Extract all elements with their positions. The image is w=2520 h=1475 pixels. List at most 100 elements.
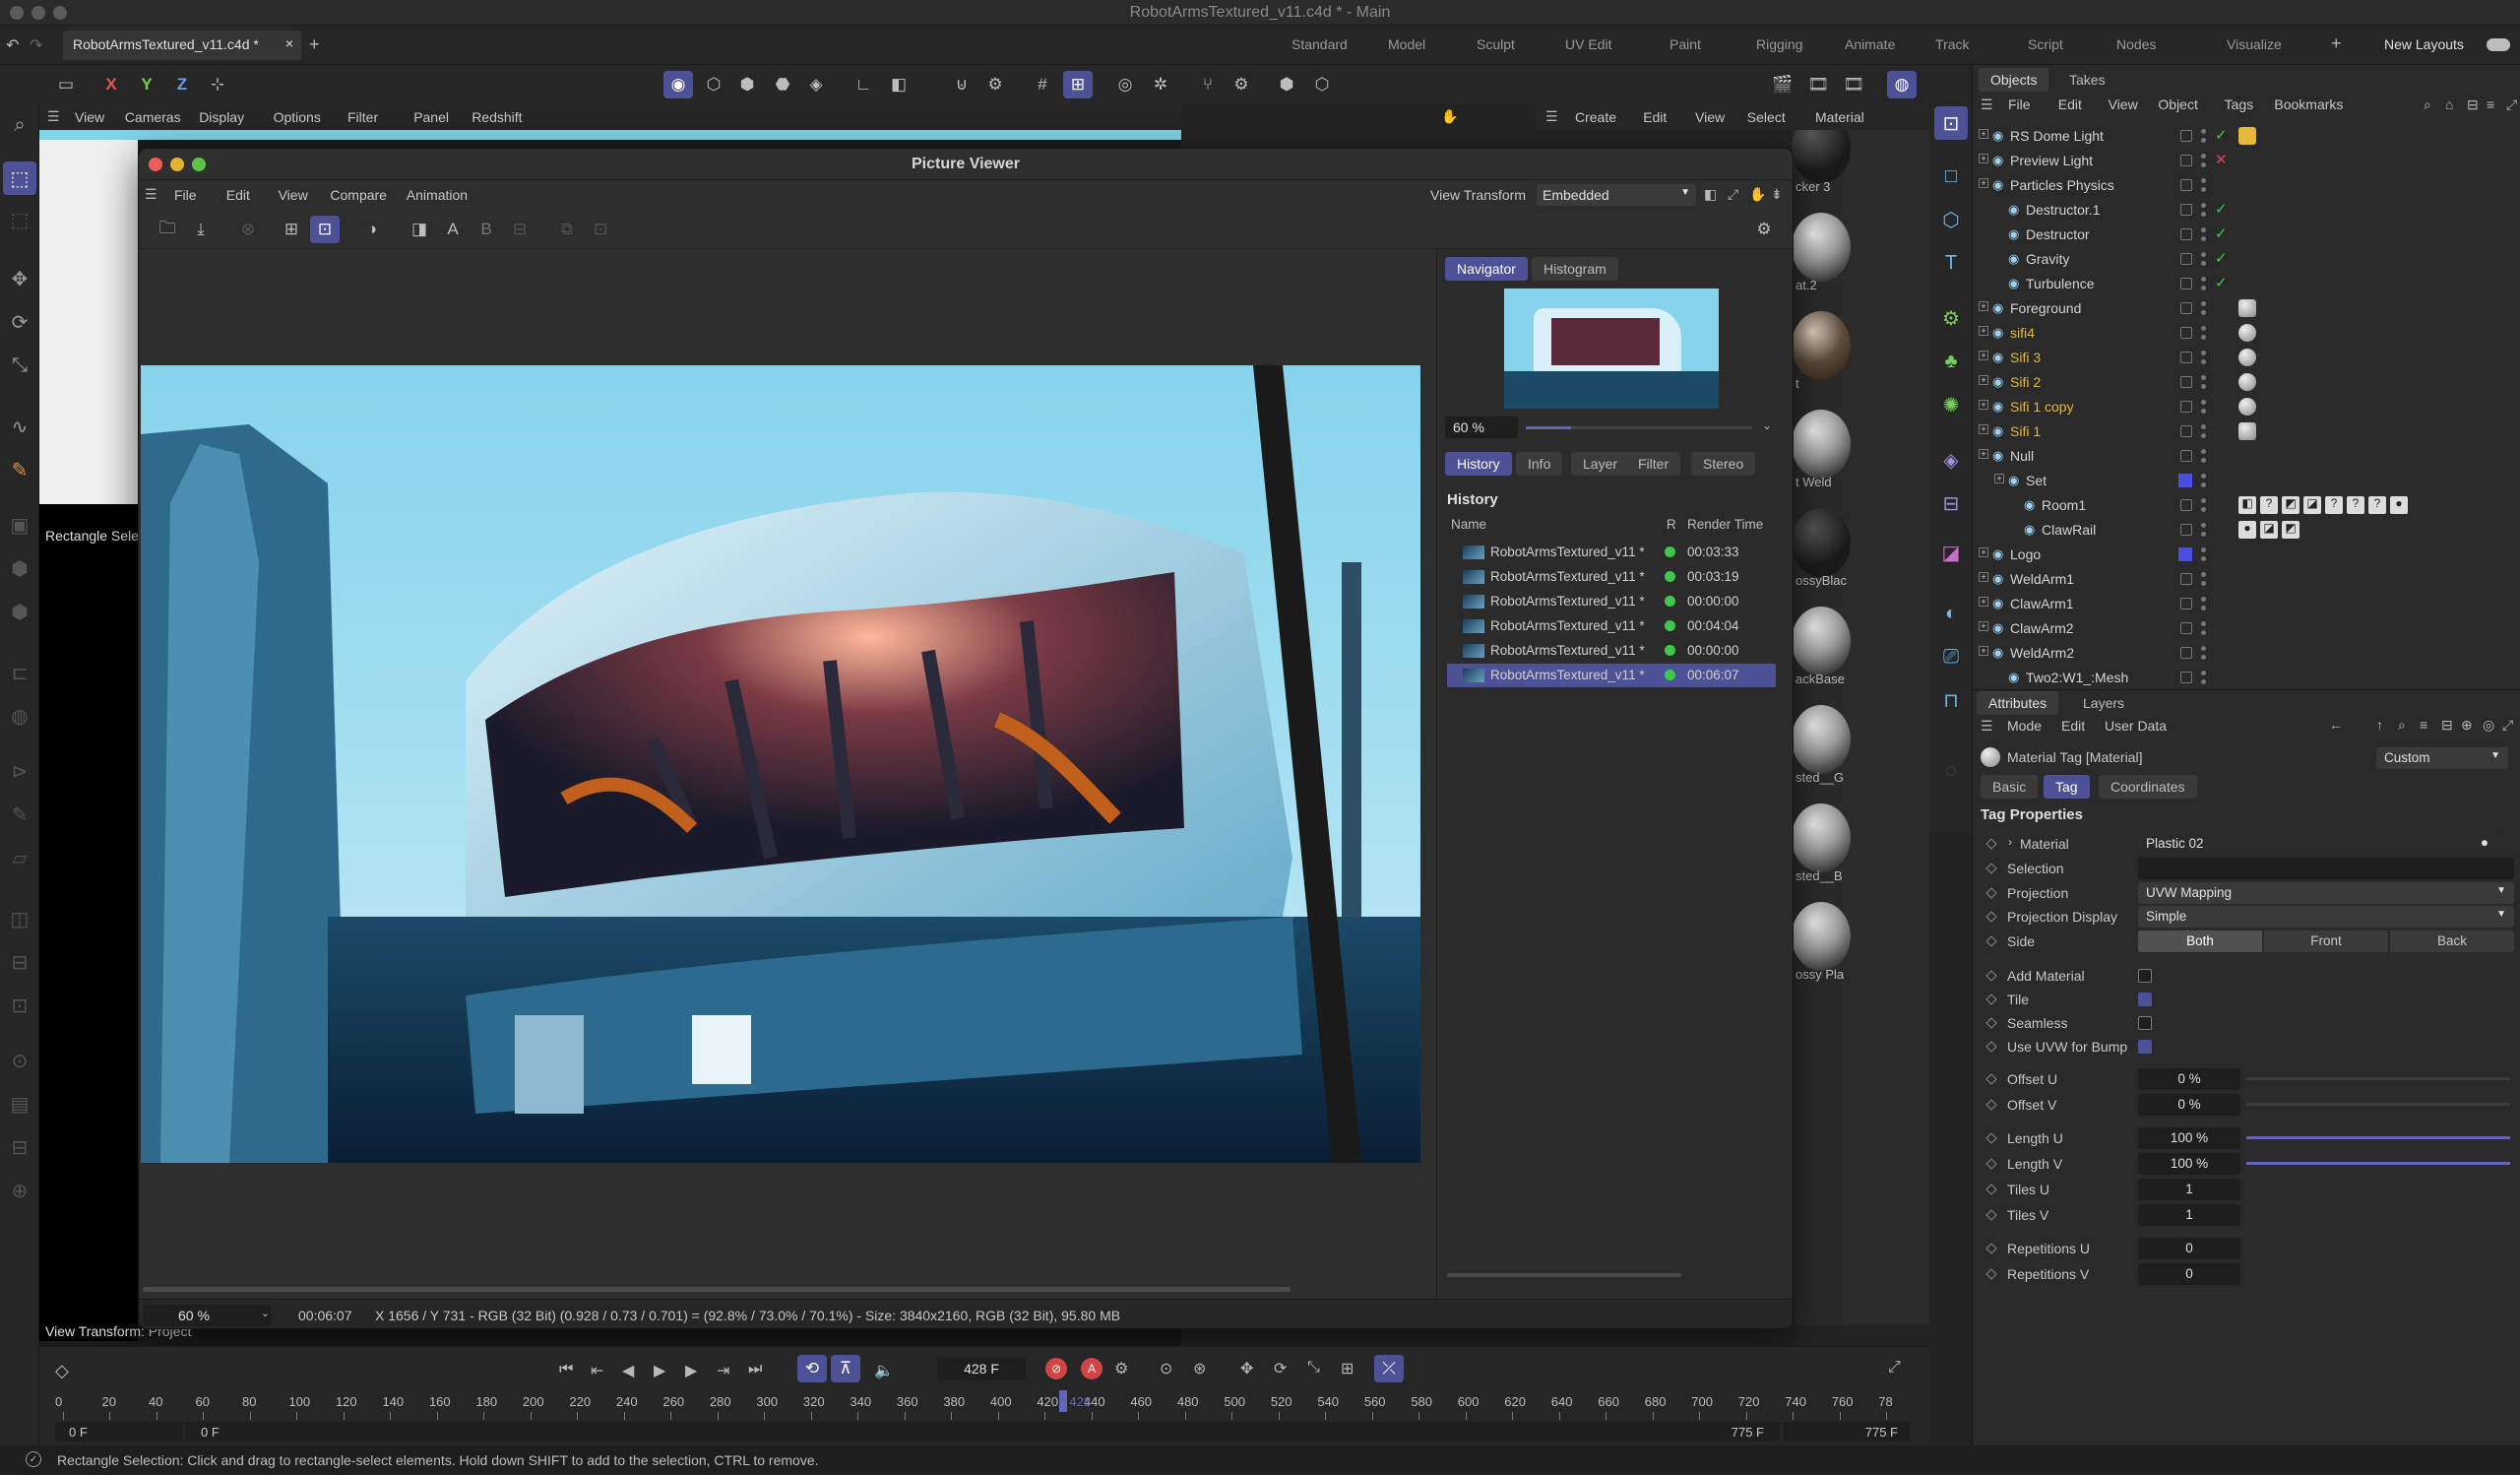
objects-hamburger-icon[interactable]: ☰ <box>1981 96 1993 113</box>
status-zoom-chevron-icon[interactable]: ⌄ <box>261 1307 270 1319</box>
layer-checkbox[interactable] <box>2180 425 2192 437</box>
objects-menu-edit[interactable]: Edit <box>2058 96 2082 112</box>
material-ball[interactable] <box>1792 607 1851 675</box>
objects-menu-file[interactable]: File <box>2008 96 2031 112</box>
tiles-v-keyframe-icon[interactable] <box>1985 1209 1997 1221</box>
expand-icon[interactable]: ⤢ <box>1728 186 1738 203</box>
render-region-icon[interactable]: ⬢ <box>1272 71 1301 98</box>
seamless-checkbox[interactable] <box>2138 1016 2152 1030</box>
side-front-button[interactable]: Front <box>2264 930 2388 952</box>
render-visibility-dot[interactable] <box>2201 458 2206 463</box>
knife-tool-icon[interactable]: ∿ <box>3 410 36 443</box>
x-axis-lock[interactable]: X <box>96 71 126 98</box>
layer-checkbox[interactable] <box>2180 450 2192 462</box>
editor-visibility-dot[interactable] <box>2201 498 2206 503</box>
material-ball[interactable] <box>1792 803 1851 872</box>
objects-menu-view[interactable]: View <box>2109 96 2138 112</box>
contrast-icon[interactable]: ◑ <box>357 216 387 243</box>
objects-search-icon[interactable]: ⌕ <box>2424 96 2431 113</box>
selection-tool-icon[interactable]: ⬚ <box>3 161 36 195</box>
use-uvw-keyframe-icon[interactable] <box>1985 1041 1997 1053</box>
object-mode-icon[interactable]: ⊡ <box>1934 106 1968 140</box>
material-menu-view[interactable]: View <box>1695 109 1725 125</box>
expand-toggle-icon[interactable]: + <box>1979 154 1988 163</box>
object-row[interactable]: ◉ Two2:W1_:Mesh <box>1973 666 2520 690</box>
cloner-icon[interactable]: ♣ <box>1934 345 1968 378</box>
layer-checkbox[interactable] <box>2180 401 2192 413</box>
expand-toggle-icon[interactable]: + <box>1979 597 1988 607</box>
tag-icon[interactable]: ? <box>2347 496 2364 514</box>
attr-new-icon[interactable]: ◎ <box>2483 717 2494 734</box>
paste-icon[interactable]: ⊡ <box>586 216 615 243</box>
layout-tab-visualize[interactable]: Visualize <box>2227 36 2282 52</box>
expand-toggle-icon[interactable]: + <box>1979 301 1988 311</box>
editor-visibility-dot[interactable] <box>2201 671 2206 675</box>
editor-visibility-dot[interactable] <box>2201 227 2206 232</box>
expand-toggle-icon[interactable]: + <box>1979 375 1988 385</box>
viewport-menu-redshift[interactable]: Redshift <box>472 109 522 125</box>
compare-icon[interactable]: ◨ <box>405 216 434 243</box>
expand-toggle-icon[interactable]: + <box>1994 474 2004 483</box>
render-visibility-dot[interactable] <box>2201 482 2206 487</box>
render-visibility-dot[interactable] <box>2201 236 2206 241</box>
offset-u-keyframe-icon[interactable] <box>1985 1073 1997 1085</box>
z-axis-lock[interactable]: Z <box>167 71 197 98</box>
offset-v-keyframe-icon[interactable] <box>1985 1099 1997 1111</box>
environment-icon[interactable]: ◐ <box>1934 597 1968 630</box>
tag-icon[interactable]: ◩ <box>2282 496 2300 514</box>
editor-visibility-dot[interactable] <box>2201 400 2206 405</box>
pin-icon[interactable]: ⇟ <box>1771 186 1783 203</box>
render-visibility-dot[interactable] <box>2201 556 2206 561</box>
object-row[interactable]: + ◉ Particles Physics <box>1973 173 2520 198</box>
material-keyframe-icon[interactable] <box>1985 838 1997 850</box>
object-tool-icon[interactable]: ▣ <box>3 508 36 542</box>
current-frame-field[interactable]: 428 F <box>937 1357 1026 1380</box>
add-tab-icon[interactable]: + <box>309 34 320 55</box>
editor-visibility-dot[interactable] <box>2201 129 2206 134</box>
editor-visibility-dot[interactable] <box>2201 301 2206 306</box>
object-row[interactable]: ◉ Turbulence ✓ <box>1973 272 2520 296</box>
material-tag-icon[interactable] <box>2238 373 2256 391</box>
object-row[interactable]: + ◉ ClawArm2 <box>1973 616 2520 641</box>
object-row[interactable]: + ◉ Preview Light ✕ <box>1973 149 2520 173</box>
material-ball[interactable] <box>1792 508 1851 577</box>
add-material-checkbox[interactable] <box>2138 969 2152 983</box>
layer-checkbox[interactable] <box>2180 130 2192 142</box>
material-tag-icon[interactable] <box>2238 299 2256 317</box>
material-menu-select[interactable]: Select <box>1747 109 1786 125</box>
expand-toggle-icon[interactable]: + <box>1979 424 1988 434</box>
length-v-slider[interactable] <box>2246 1162 2510 1165</box>
lasso-tool-icon[interactable]: ⬚ <box>3 203 36 236</box>
editor-visibility-dot[interactable] <box>2201 252 2206 257</box>
expand-toggle-icon[interactable]: + <box>1979 547 1988 557</box>
object-row[interactable]: + ◉ sifi4 <box>1973 321 2520 346</box>
layer-checkbox[interactable] <box>2180 302 2192 314</box>
objects-expand-icon[interactable]: ⤢ <box>2506 96 2517 113</box>
layer-checkbox[interactable] <box>2180 499 2192 511</box>
pv-menu-animation[interactable]: Animation <box>407 187 468 203</box>
magnet-tool-icon[interactable]: ◫ <box>3 902 36 935</box>
record-icon[interactable]: ⊘ <box>1045 1358 1067 1379</box>
expand-toggle-icon[interactable]: + <box>1979 129 1988 139</box>
object-row[interactable]: ◉ ClawRail ● ◪ ◩ <box>1973 518 2520 543</box>
editor-visibility-dot[interactable] <box>2201 621 2206 626</box>
autokey-icon[interactable]: A <box>1081 1358 1102 1379</box>
tab-stereo[interactable]: Stereo <box>1691 452 1756 476</box>
expand-toggle-icon[interactable]: + <box>1979 351 1988 360</box>
grid-icon[interactable]: ⊞ <box>1063 71 1093 98</box>
object-row[interactable]: + ◉ WeldArm2 <box>1973 641 2520 666</box>
layer-checkbox[interactable] <box>2180 672 2192 683</box>
material-ball[interactable] <box>1792 410 1851 479</box>
material-menu-edit[interactable]: Edit <box>1643 109 1667 125</box>
snap-icon[interactable]: ⊍ <box>947 71 976 98</box>
layout-tab-animate[interactable]: Animate <box>1845 36 1895 52</box>
expand-toggle-icon[interactable]: + <box>1979 449 1988 459</box>
editor-visibility-dot[interactable] <box>2201 277 2206 282</box>
attr-expand-icon[interactable]: ⤢ <box>2502 717 2513 734</box>
save-icon[interactable]: ⤓ <box>186 216 216 243</box>
soft-selection-icon[interactable]: ◎ <box>1110 71 1140 98</box>
tab-filter[interactable]: Filter <box>1626 452 1681 476</box>
tag-icon[interactable]: ◪ <box>2260 521 2278 539</box>
tag-tool-icon[interactable]: ⊟ <box>3 1130 36 1164</box>
viewport-solo-icon[interactable]: ◧ <box>884 71 914 98</box>
